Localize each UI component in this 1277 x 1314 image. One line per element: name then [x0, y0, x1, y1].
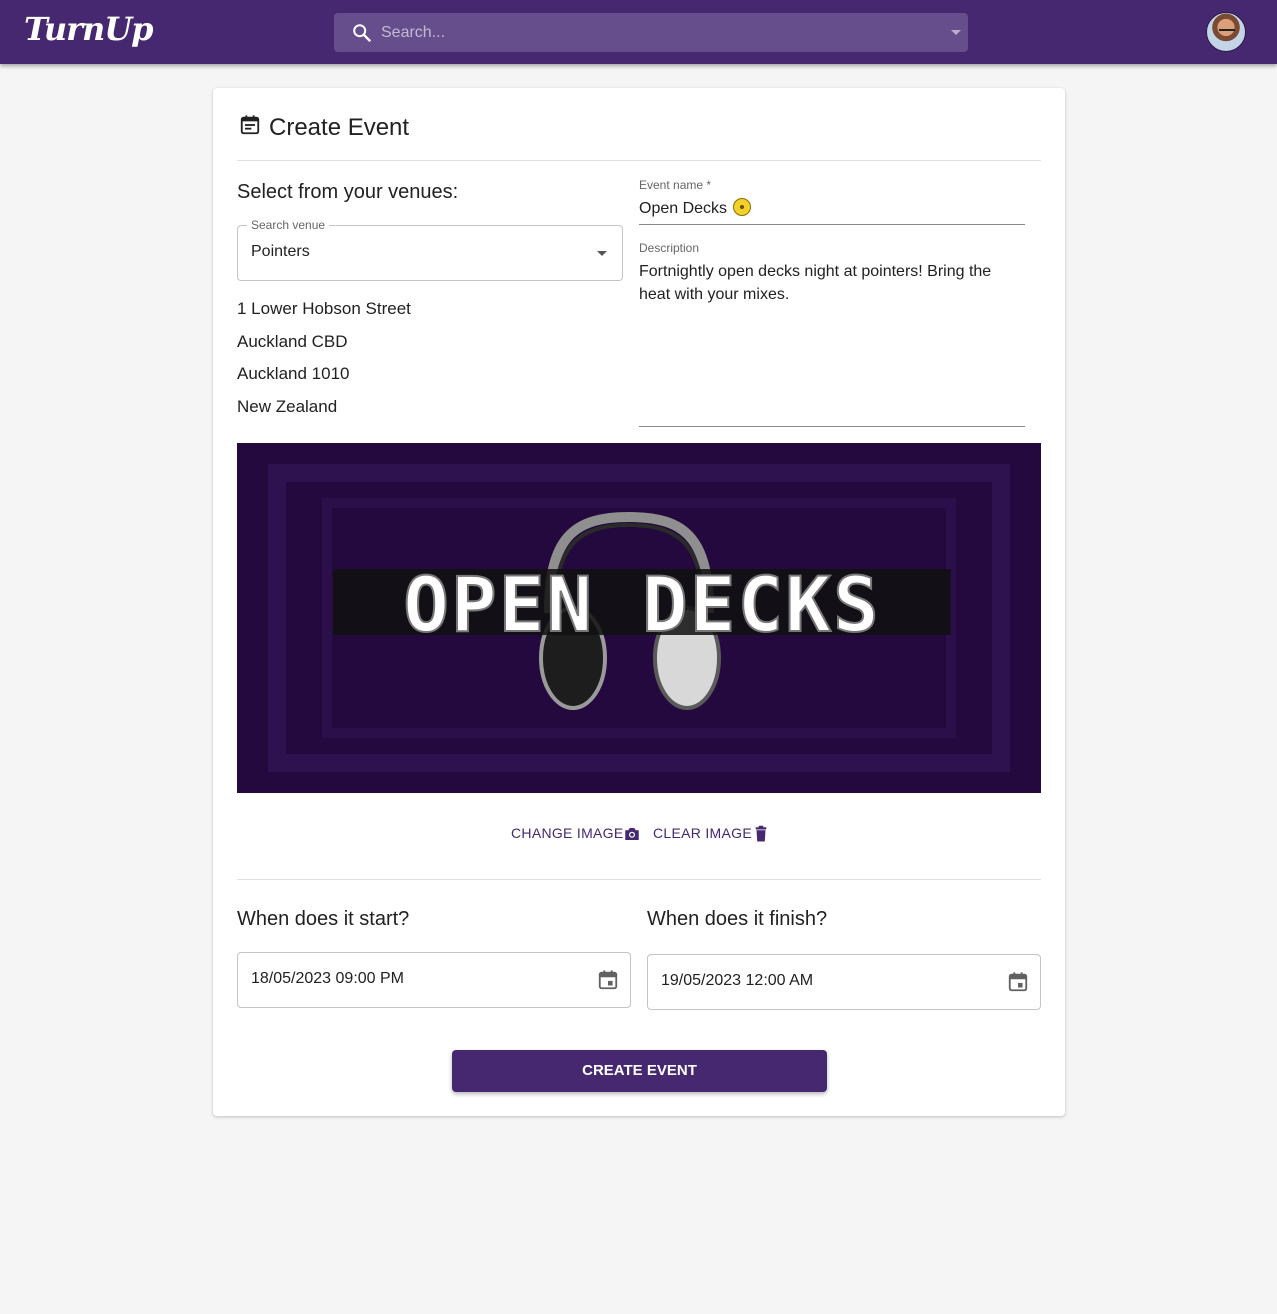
event-name-value: Open Decks	[639, 200, 728, 217]
divider	[237, 879, 1041, 880]
change-image-button[interactable]: CHANGE IMAGE	[511, 825, 624, 841]
smiley-emoji-icon	[733, 198, 752, 216]
venue-select-value: Pointers	[251, 243, 310, 260]
address-line: Auckland CBD	[237, 332, 348, 351]
search-input[interactable]	[381, 13, 941, 52]
app-logo[interactable]: TurnUp	[24, 10, 154, 48]
venue-select[interactable]: Search venue Pointers	[237, 218, 623, 281]
venue-section-heading: Select from your venues:	[237, 181, 459, 203]
description-label: Description	[639, 241, 700, 255]
calendar-icon[interactable]	[597, 969, 619, 991]
event-name-field[interactable]: Open Decks	[639, 198, 752, 218]
calendar-icon	[240, 115, 260, 135]
search-icon	[353, 24, 372, 43]
description-field[interactable]: Fortnightly open decks night at pointers…	[639, 260, 1019, 306]
event-name-underline	[639, 224, 1025, 225]
clear-image-button[interactable]: CLEAR IMAGE	[653, 825, 752, 841]
create-event-button[interactable]: CREATE EVENT	[452, 1050, 827, 1092]
banner-title: OPEN DECKS	[403, 560, 881, 649]
chevron-down-icon[interactable]	[597, 251, 607, 256]
finish-datetime-field[interactable]: 19/05/2023 12:00 AM	[647, 954, 1041, 1010]
create-event-card: Create Event Select from your venues: Se…	[213, 88, 1065, 1116]
search-dropdown-icon[interactable]	[951, 30, 961, 35]
address-line: Auckland 1010	[237, 364, 350, 383]
banner-graphic: OPEN DECKS	[237, 443, 1041, 793]
event-name-label: Event name *	[639, 178, 712, 192]
event-banner-image: OPEN DECKS	[237, 443, 1041, 793]
start-datetime-value: 18/05/2023 09:00 PM	[251, 970, 405, 987]
finish-datetime-value: 19/05/2023 12:00 AM	[661, 972, 814, 989]
address-line: New Zealand	[237, 397, 338, 416]
address-line: 1 Lower Hobson Street	[237, 299, 411, 318]
start-heading: When does it start?	[237, 908, 410, 930]
description-underline	[639, 426, 1025, 427]
trash-icon[interactable]	[752, 825, 770, 843]
page-title: Create Event	[269, 114, 410, 141]
search-bar[interactable]	[334, 13, 968, 52]
divider	[237, 160, 1041, 161]
app-bar: TurnUp	[0, 0, 1277, 64]
start-datetime-field[interactable]: 18/05/2023 09:00 PM	[237, 952, 631, 1008]
user-avatar[interactable]	[1206, 12, 1246, 52]
venue-select-label: Search venue	[247, 218, 330, 232]
camera-icon[interactable]	[623, 825, 641, 843]
finish-heading: When does it finish?	[647, 908, 828, 930]
calendar-icon[interactable]	[1007, 971, 1029, 993]
